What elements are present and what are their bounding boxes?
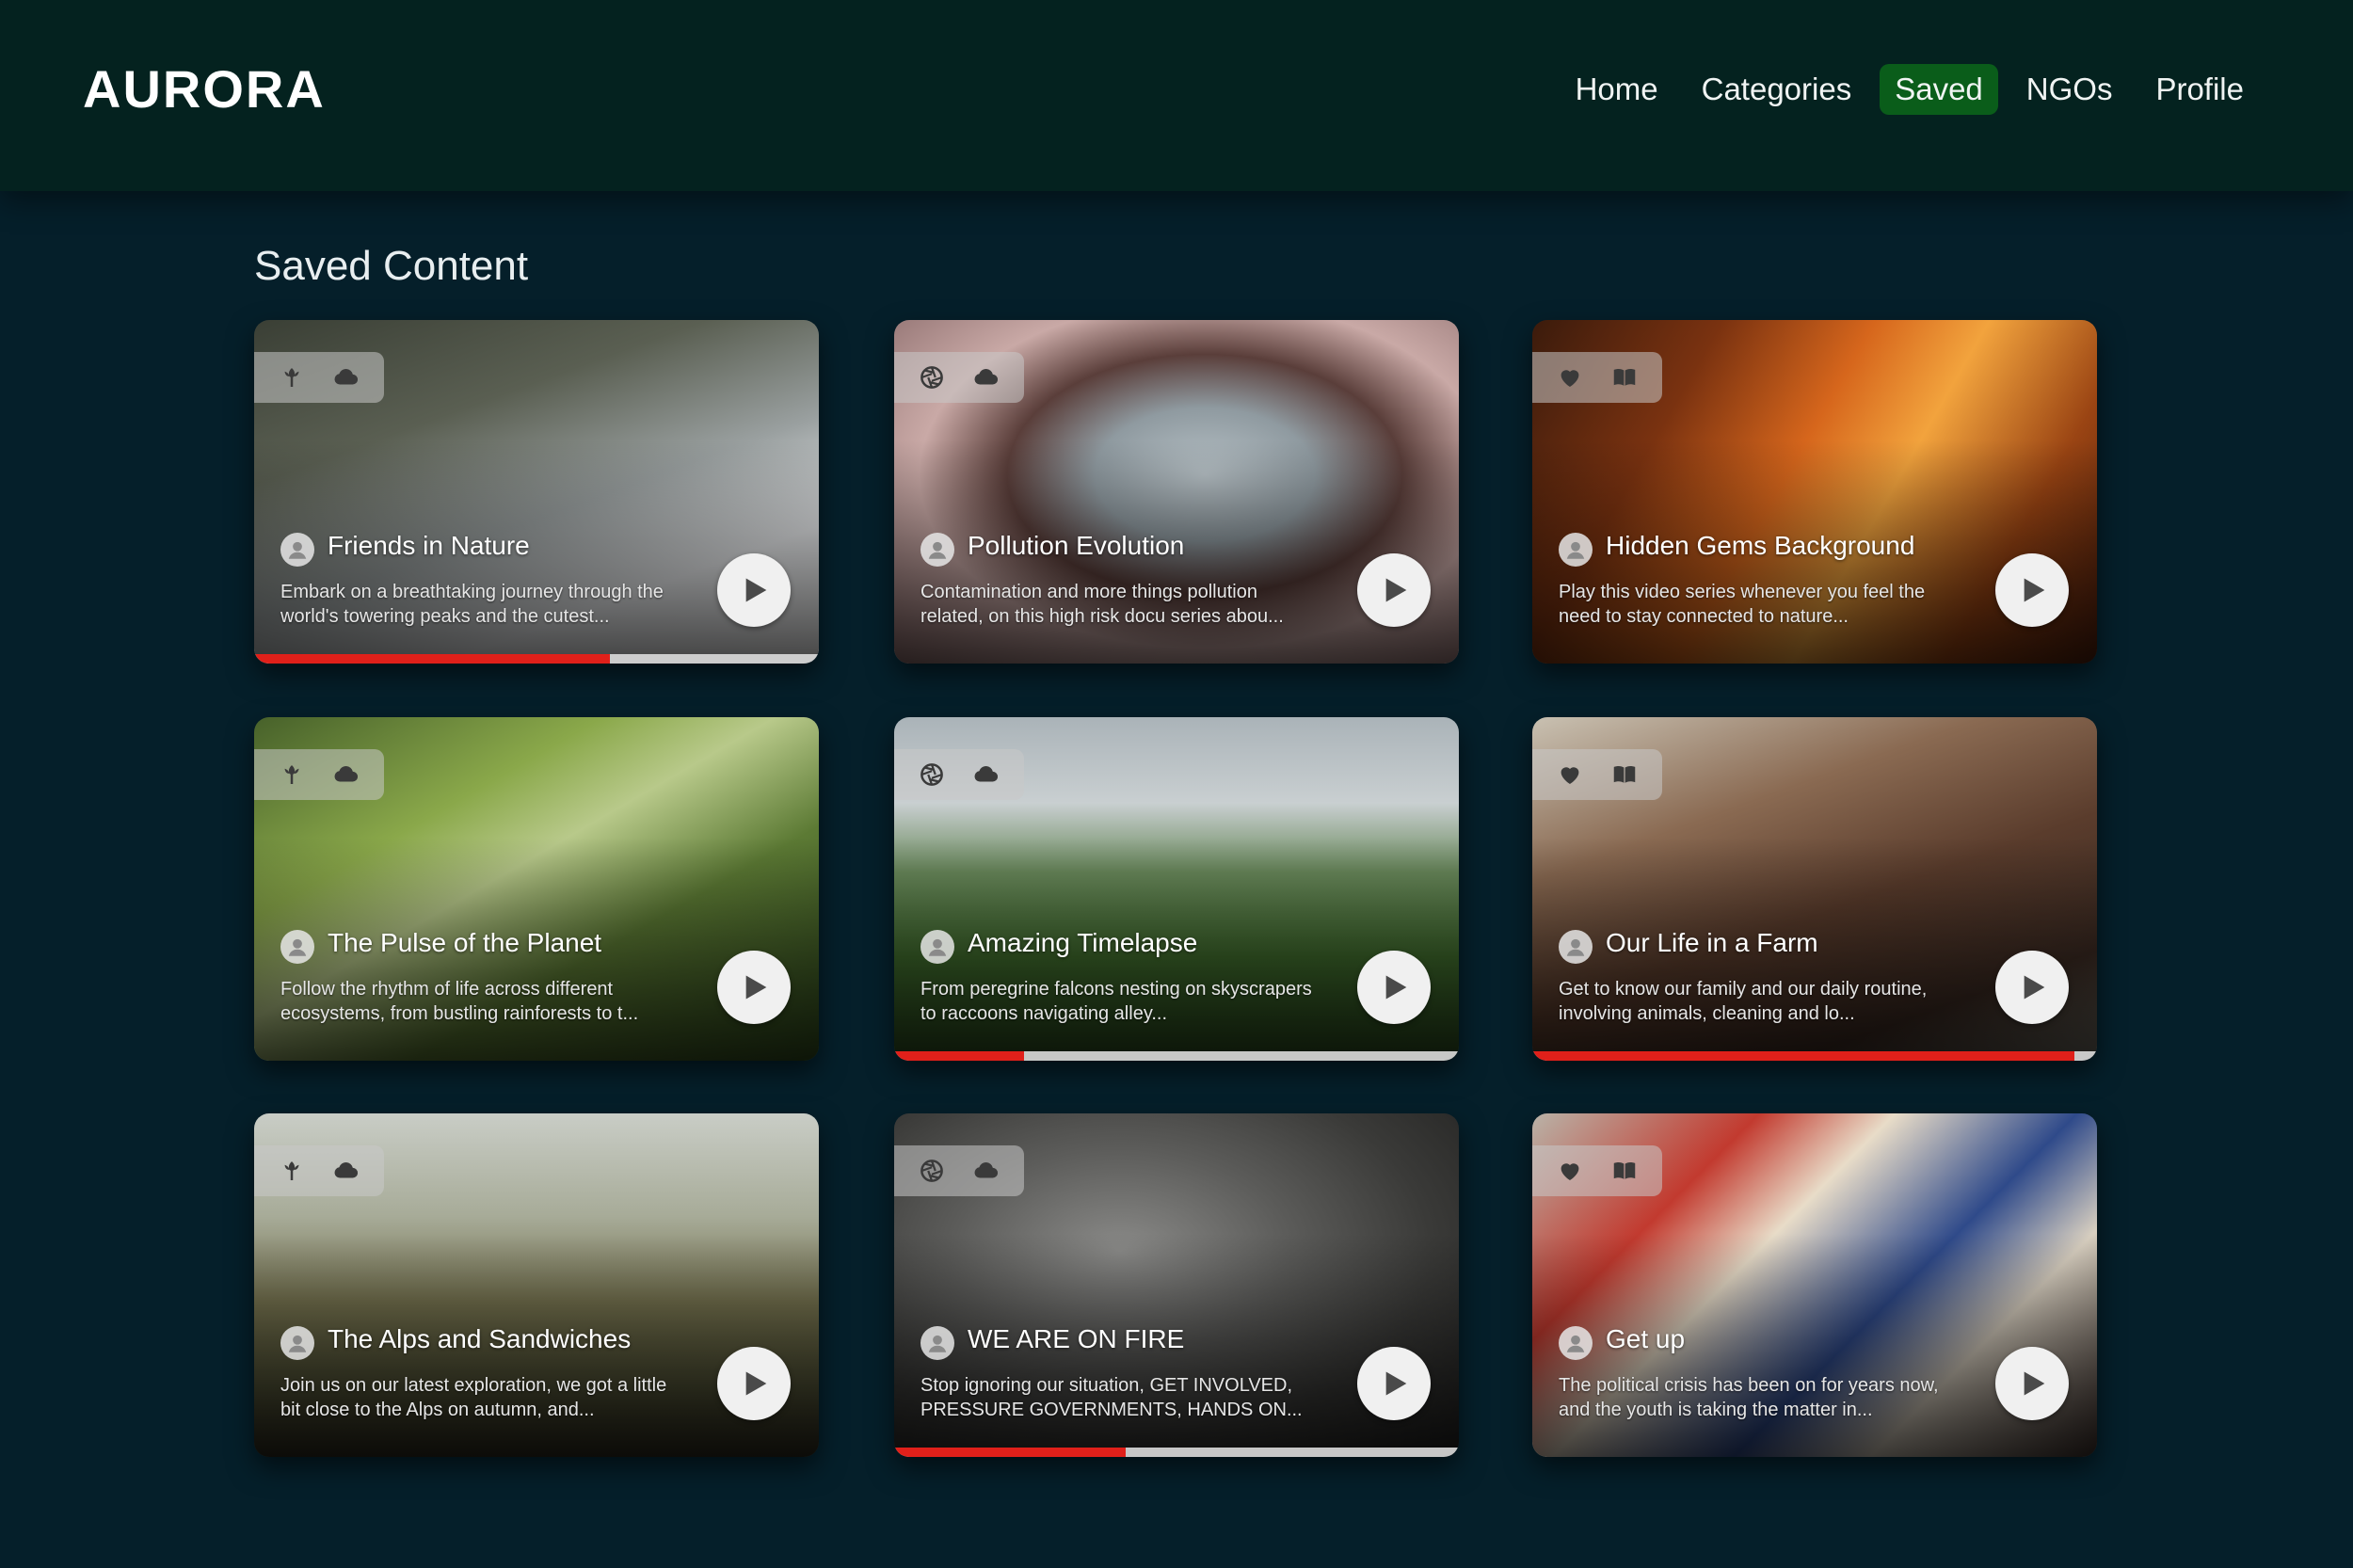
watch-progress-bar (894, 1448, 1459, 1457)
author-avatar-icon (280, 533, 314, 567)
play-button[interactable] (717, 1347, 791, 1420)
category-badges (894, 749, 1024, 800)
content-card[interactable]: The Alps and Sandwiches Join us on our l… (254, 1113, 819, 1457)
cloud-icon (969, 758, 1003, 792)
play-button[interactable] (1357, 1347, 1431, 1420)
card-title: Friends in Nature (328, 531, 530, 560)
heart-icon (1553, 758, 1587, 792)
card-description: Play this video series whenever you feel… (1559, 582, 1926, 627)
play-icon (1385, 578, 1407, 602)
play-icon (1385, 975, 1407, 1000)
author-avatar-icon (1559, 533, 1593, 567)
category-badges (894, 352, 1024, 403)
top-header: AURORA Home Categories Saved NGOs Profil… (0, 0, 2353, 191)
author-avatar-icon (1559, 1326, 1593, 1360)
heart-icon (1553, 1154, 1587, 1188)
watch-progress-bar (254, 654, 819, 664)
main-nav: Home Categories Saved NGOs Profile (1561, 64, 2259, 115)
author-avatar-icon (280, 930, 314, 964)
nav-saved[interactable]: Saved (1880, 64, 1998, 115)
play-button[interactable] (1357, 951, 1431, 1024)
card-title: Get up (1606, 1324, 1686, 1353)
tulip-icon (275, 360, 309, 394)
book-icon (1608, 758, 1641, 792)
heart-icon (1553, 360, 1587, 394)
author-avatar-icon (920, 1326, 954, 1360)
cloud-icon (329, 1154, 363, 1188)
card-title: Amazing Timelapse (968, 928, 1198, 957)
aperture-icon (915, 360, 949, 394)
card-title: Our Life in a Farm (1606, 928, 1818, 957)
card-description: From peregrine falcons nesting on skyscr… (920, 979, 1312, 1024)
category-badges (254, 749, 384, 800)
saved-content-grid: Friends in Nature Embark on a breathtaki… (254, 320, 2097, 1459)
content-card[interactable]: Pollution Evolution Contamination and mo… (894, 320, 1459, 664)
page-title: Saved Content (254, 243, 529, 289)
cloud-icon (329, 360, 363, 394)
category-badges (254, 1145, 384, 1196)
card-description: Join us on our latest exploration, we go… (280, 1375, 667, 1420)
card-description: The political crisis has been on for yea… (1559, 1375, 1939, 1420)
cloud-icon (329, 758, 363, 792)
cloud-icon (969, 360, 1003, 394)
watch-progress-fill (1532, 1051, 2074, 1061)
play-icon (745, 1371, 767, 1396)
nav-ngos[interactable]: NGOs (2011, 64, 2128, 115)
card-title: The Alps and Sandwiches (328, 1324, 632, 1353)
card-description: Follow the rhythm of life across differe… (280, 979, 639, 1024)
card-title: Hidden Gems Background (1606, 531, 1915, 560)
tulip-icon (275, 758, 309, 792)
category-badges (1532, 749, 1662, 800)
card-description: Embark on a breathtaking journey through… (280, 582, 664, 627)
aperture-icon (915, 1154, 949, 1188)
card-title: Pollution Evolution (968, 531, 1185, 560)
watch-progress-bar (894, 1051, 1459, 1061)
tulip-icon (275, 1154, 309, 1188)
play-button[interactable] (1357, 553, 1431, 627)
author-avatar-icon (920, 930, 954, 964)
watch-progress-bar (1532, 1051, 2097, 1061)
category-badges (1532, 1145, 1662, 1196)
content-card[interactable]: Get up The political crisis has been on … (1532, 1113, 2097, 1457)
play-icon (745, 975, 767, 1000)
play-icon (1385, 1371, 1407, 1396)
card-description: Contamination and more things pollution … (920, 582, 1284, 627)
author-avatar-icon (920, 533, 954, 567)
content-card[interactable]: Hidden Gems Background Play this video s… (1532, 320, 2097, 664)
watch-progress-fill (894, 1051, 1024, 1061)
play-icon (2024, 975, 2045, 1000)
play-button[interactable] (717, 951, 791, 1024)
play-button[interactable] (1995, 1347, 2069, 1420)
book-icon (1608, 1154, 1641, 1188)
play-button[interactable] (1995, 951, 2069, 1024)
author-avatar-icon (280, 1326, 314, 1360)
book-icon (1608, 360, 1641, 394)
card-description: Stop ignoring our situation, GET INVOLVE… (920, 1375, 1303, 1420)
content-card[interactable]: Friends in Nature Embark on a breathtaki… (254, 320, 819, 664)
content-card[interactable]: WE ARE ON FIRE Stop ignoring our situati… (894, 1113, 1459, 1457)
app-logo[interactable]: AURORA (83, 58, 326, 120)
watch-progress-fill (254, 654, 610, 664)
play-icon (2024, 1371, 2045, 1396)
nav-categories[interactable]: Categories (1687, 64, 1867, 115)
play-button[interactable] (1995, 553, 2069, 627)
play-icon (745, 578, 767, 602)
category-badges (254, 352, 384, 403)
content-card[interactable]: Amazing Timelapse From peregrine falcons… (894, 717, 1459, 1061)
card-description: Get to know our family and our daily rou… (1559, 979, 1928, 1024)
play-button[interactable] (717, 553, 791, 627)
content-card[interactable]: The Pulse of the Planet Follow the rhyth… (254, 717, 819, 1061)
card-title: The Pulse of the Planet (328, 928, 602, 957)
nav-profile[interactable]: Profile (2140, 64, 2259, 115)
content-card[interactable]: Our Life in a Farm Get to know our famil… (1532, 717, 2097, 1061)
aperture-icon (915, 758, 949, 792)
category-badges (894, 1145, 1024, 1196)
category-badges (1532, 352, 1662, 403)
card-title: WE ARE ON FIRE (968, 1324, 1185, 1353)
play-icon (2024, 578, 2045, 602)
author-avatar-icon (1559, 930, 1593, 964)
nav-home[interactable]: Home (1561, 64, 1673, 115)
cloud-icon (969, 1154, 1003, 1188)
watch-progress-fill (894, 1448, 1126, 1457)
